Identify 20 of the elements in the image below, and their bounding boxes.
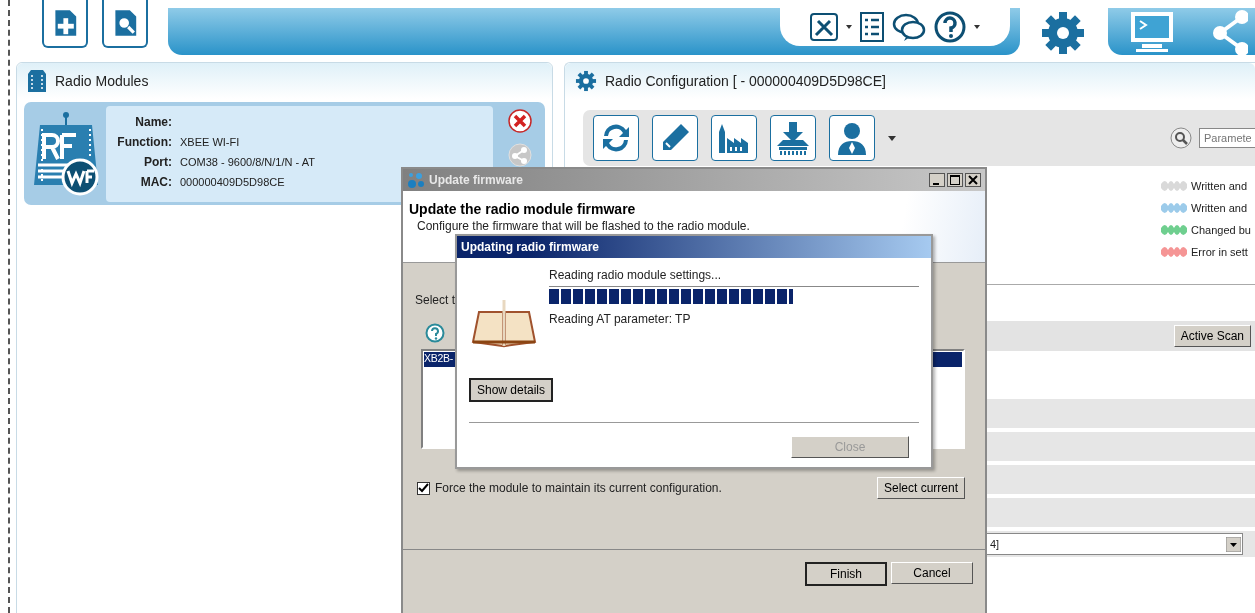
legend-label: Written and xyxy=(1191,180,1248,192)
status-text: Reading radio module settings... xyxy=(549,268,723,282)
checkbox-label: Force the module to maintain its current configuration. xyxy=(435,481,722,495)
field-value: XBEE WI-FI xyxy=(180,135,240,148)
panel-title: Radio Modules xyxy=(55,73,149,89)
dialog-description: Configure the firmware that will be flashed to the radio module. xyxy=(417,219,751,233)
dialog-title: Update firmware xyxy=(429,173,524,187)
dialog-title: Updating radio firmware xyxy=(461,240,600,254)
instruction-text: Select t xyxy=(415,293,457,307)
legend-label: Written and xyxy=(1191,202,1248,214)
field-label: Name: xyxy=(134,114,172,129)
field-value: COM38 - 9600/8/N/1/N - AT xyxy=(180,155,315,168)
legend-label: Error in sett xyxy=(1191,246,1248,258)
field-label: MAC: xyxy=(139,174,172,189)
field-value: 000000409D5D98CE xyxy=(180,175,285,188)
detail-text: Reading AT parameter: TP xyxy=(549,312,692,326)
field-label: Port: xyxy=(143,154,172,169)
legend-label: Changed bu xyxy=(1191,224,1251,236)
field-label: Function: xyxy=(116,134,172,149)
panel-title: Radio Configuration [ - 000000409D5D98CE] xyxy=(605,73,886,89)
